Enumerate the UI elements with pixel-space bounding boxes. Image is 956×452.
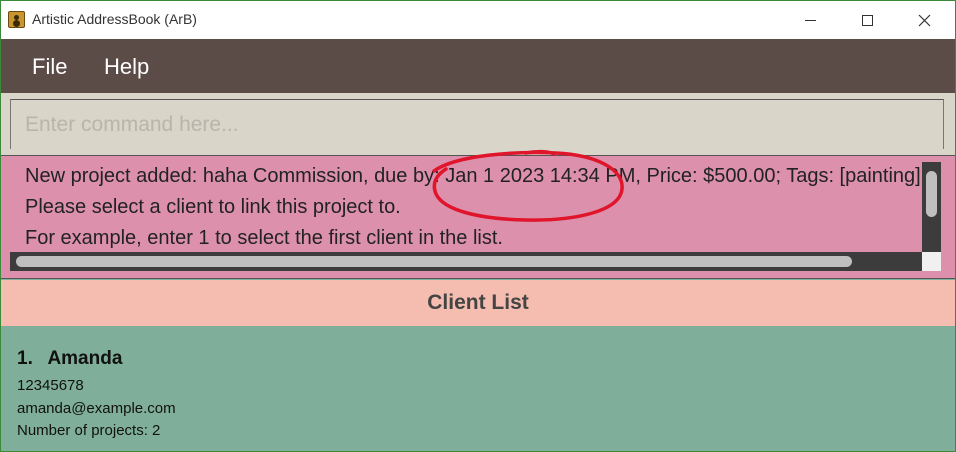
title-bar[interactable]: Artistic AddressBook (ArB): [1, 1, 955, 39]
minimize-icon: [804, 19, 816, 21]
command-input[interactable]: [10, 99, 944, 149]
minimize-button[interactable]: [787, 1, 833, 39]
close-button[interactable]: [901, 1, 947, 39]
result-line: For example, enter 1 to select the first…: [25, 227, 503, 249]
result-display: New project added: haha Commission, due …: [1, 155, 955, 279]
client-phone: 12345678: [17, 377, 84, 394]
horizontal-scroll-thumb[interactable]: [16, 256, 852, 267]
client-list-header: Client List: [1, 280, 955, 326]
client-name-row: 1. Amanda: [17, 348, 122, 370]
maximize-button[interactable]: [844, 1, 890, 39]
client-card[interactable]: 1. Amanda 12345678 amanda@example.com Nu…: [1, 326, 955, 451]
result-line: Please select a client to link this proj…: [25, 196, 401, 218]
horizontal-scrollbar[interactable]: [10, 252, 922, 271]
window-title: Artistic AddressBook (ArB): [32, 11, 197, 27]
maximize-icon: [861, 14, 873, 26]
result-line: New project added: haha Commission, due …: [25, 165, 921, 187]
vertical-scroll-thumb[interactable]: [926, 171, 937, 217]
client-index: 1.: [17, 348, 33, 369]
menu-help[interactable]: Help: [104, 54, 149, 80]
client-name: Amanda: [47, 348, 123, 369]
app-icon: [8, 11, 25, 28]
menu-bar: File Help: [1, 39, 955, 93]
client-email: amanda@example.com: [17, 400, 176, 417]
result-text-area[interactable]: New project added: haha Commission, due …: [10, 161, 922, 257]
vertical-scrollbar[interactable]: [922, 162, 941, 258]
scroll-corner: [922, 252, 941, 271]
menu-file[interactable]: File: [32, 54, 67, 80]
command-box: [1, 93, 955, 155]
close-icon: [918, 14, 930, 26]
app-window: Artistic AddressBook (ArB) File Help New…: [0, 0, 956, 452]
client-project-count: Number of projects: 2: [17, 422, 161, 439]
